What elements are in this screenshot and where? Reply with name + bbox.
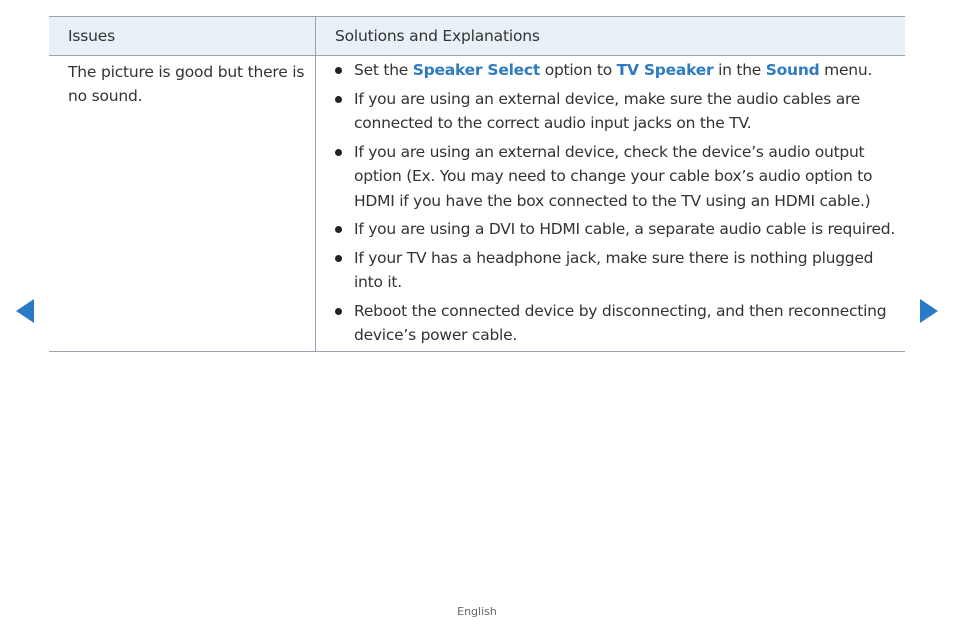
solution-item: If you are using an external device, che… [335,140,901,214]
triangle-right-icon[interactable] [920,299,938,323]
bullet-icon [335,254,342,262]
bullet-icon [335,307,342,315]
solution-text-mid: option to [540,61,617,79]
table-row: The picture is good but there is no soun… [49,56,905,351]
solution-item: If your TV has a headphone jack, make su… [335,246,901,295]
tv-speaker-term: TV Speaker [616,61,714,79]
bullet-icon [335,95,342,103]
sound-menu-term: Sound [765,61,820,79]
bullet-icon [335,226,342,233]
solution-text: Reboot the connected device by disconnec… [354,301,887,345]
solution-text: If you are using an external device, che… [354,142,873,210]
bullet-icon [335,67,342,74]
solution-text-post: menu. [819,61,873,79]
triangle-left-icon[interactable] [16,299,34,323]
troubleshooting-table: Issues Solutions and Explanations The pi… [49,16,905,352]
solution-text: If you are using a DVI to HDMI cable, a … [354,220,896,238]
footer-language: English [457,605,497,618]
issue-text: The picture is good but there is no soun… [49,56,316,351]
solution-text: If you are using an external device, mak… [354,89,861,133]
header-issues: Issues [49,17,316,55]
header-solutions: Solutions and Explanations [335,27,540,45]
solution-text-mid: in the [713,61,766,79]
solutions-list: Set the Speaker Select option to TV Spea… [335,58,901,348]
speaker-select-term: Speaker Select [412,61,541,79]
table-header-row: Issues Solutions and Explanations [49,17,905,56]
solution-item: If you are using a DVI to HDMI cable, a … [335,217,901,242]
solution-item: If you are using an external device, mak… [335,87,901,136]
solution-text: If your TV has a headphone jack, make su… [354,248,874,292]
bullet-icon [335,148,342,156]
solution-text-pre: Set the [354,61,413,79]
solution-item: Set the Speaker Select option to TV Spea… [335,58,901,83]
solutions-cell: Set the Speaker Select option to TV Spea… [316,56,905,351]
solution-item: Reboot the connected device by disconnec… [335,299,901,348]
